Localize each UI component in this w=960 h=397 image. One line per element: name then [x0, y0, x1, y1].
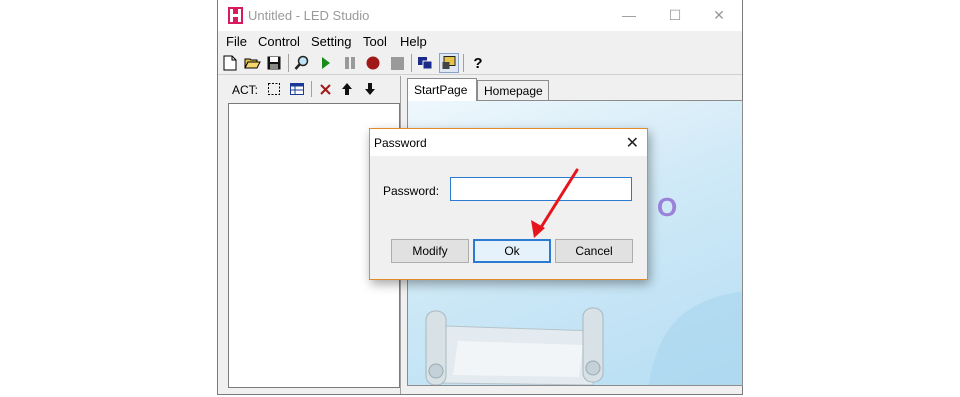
close-button[interactable]: ✕	[696, 0, 742, 31]
find-icon[interactable]	[292, 53, 312, 73]
move-down-icon[interactable]	[361, 80, 379, 98]
password-input[interactable]	[450, 177, 632, 201]
menu-bar: File Control Setting Tool Help	[218, 31, 742, 51]
ok-button[interactable]: Ok	[473, 239, 551, 263]
dialog-title-bar: Password ✕	[370, 129, 647, 156]
menu-help[interactable]: Help	[400, 34, 427, 49]
minimize-button[interactable]: —	[606, 0, 652, 31]
table-icon[interactable]	[288, 80, 306, 98]
export-icon[interactable]	[439, 53, 459, 73]
modify-button[interactable]: Modify	[391, 239, 469, 263]
dialog-title: Password	[374, 136, 427, 150]
password-label: Password:	[383, 184, 440, 198]
led-studio-app-icon	[228, 7, 243, 24]
title-bar: Untitled - LED Studio — ☐ ✕	[218, 0, 742, 31]
toolbar: ?	[218, 51, 742, 75]
tab-homepage[interactable]: Homepage	[477, 80, 549, 100]
cancel-button[interactable]: Cancel	[555, 239, 633, 263]
window-title: Untitled - LED Studio	[248, 8, 370, 23]
password-dialog: Password ✕ Password: Modify Ok Cancel	[369, 128, 648, 280]
new-file-icon[interactable]	[220, 53, 240, 73]
delete-icon[interactable]	[316, 80, 334, 98]
act-separator	[311, 81, 312, 97]
maximize-button[interactable]: ☐	[652, 0, 698, 31]
dialog-close-icon[interactable]: ✕	[626, 133, 639, 153]
play-icon[interactable]	[316, 53, 336, 73]
stop-icon[interactable]	[387, 53, 407, 73]
menu-control[interactable]: Control	[258, 34, 300, 49]
menu-tool[interactable]: Tool	[363, 34, 387, 49]
help-icon[interactable]: ?	[468, 53, 488, 73]
open-folder-icon[interactable]	[242, 53, 262, 73]
move-up-icon[interactable]	[338, 80, 356, 98]
windows-icon[interactable]	[415, 53, 435, 73]
toolbar-separator	[411, 54, 412, 72]
tab-startpage[interactable]: StartPage	[407, 78, 477, 101]
select-region-icon[interactable]	[265, 80, 283, 98]
menu-file[interactable]: File	[226, 34, 247, 49]
save-icon[interactable]	[264, 53, 284, 73]
toolbar-separator	[463, 54, 464, 72]
toolbar-separator	[288, 54, 289, 72]
act-label: ACT:	[232, 83, 259, 97]
pause-icon[interactable]	[340, 53, 360, 73]
record-icon[interactable]	[363, 53, 383, 73]
menu-setting[interactable]: Setting	[311, 34, 351, 49]
